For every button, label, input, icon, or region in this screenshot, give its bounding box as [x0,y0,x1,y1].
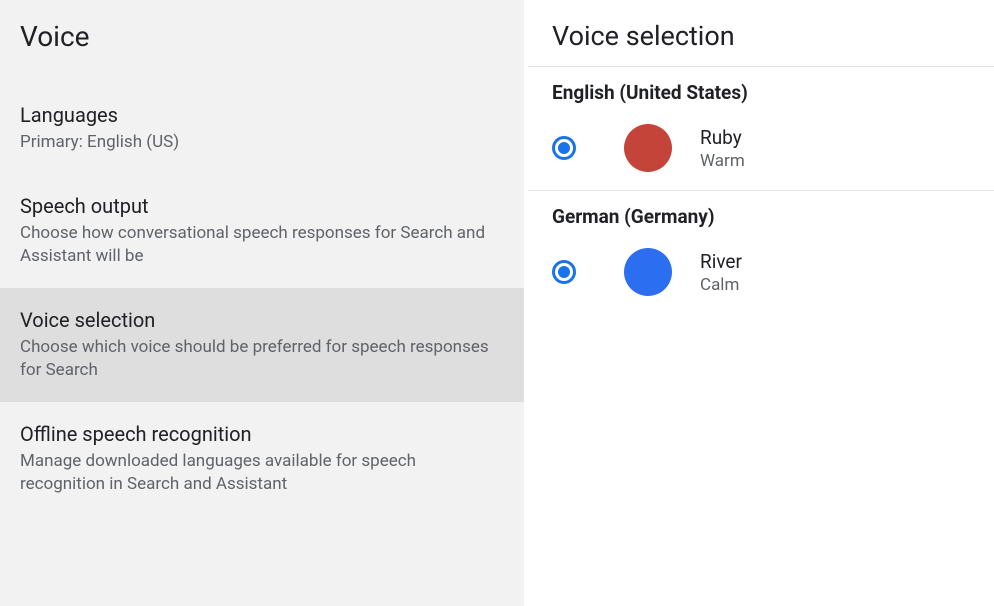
settings-item-subtitle: Primary: English (US) [20,131,504,154]
voice-color-icon [624,248,672,296]
voice-option-river[interactable]: River Calm [528,236,994,314]
voice-settings-header: Voice [0,0,524,65]
settings-item-title: Offline speech recognition [20,422,504,446]
settings-item-title: Speech output [20,194,504,218]
voice-group-header: English (United States) [528,67,994,112]
settings-item-voice-selection[interactable]: Voice selection Choose which voice shoul… [0,288,524,402]
voice-labels: Ruby Warm [700,126,745,171]
panel-title: Voice selection [552,20,970,52]
voice-group-german-de: German (Germany) River Calm [528,191,994,314]
voice-selection-header: Voice selection [528,0,994,67]
settings-item-subtitle: Choose how conversational speech respons… [20,222,504,268]
settings-item-languages[interactable]: Languages Primary: English (US) [0,83,524,174]
voice-desc: Calm [700,275,742,295]
voice-color-icon [624,124,672,172]
voice-labels: River Calm [700,250,742,295]
settings-item-offline-speech[interactable]: Offline speech recognition Manage downlo… [0,402,524,516]
settings-item-subtitle: Manage downloaded languages available fo… [20,450,504,496]
voice-group-header: German (Germany) [528,191,994,236]
settings-item-title: Voice selection [20,308,504,332]
voice-group-english-us: English (United States) Ruby Warm [528,67,994,191]
voice-option-ruby[interactable]: Ruby Warm [528,112,994,190]
radio-button[interactable] [552,260,576,284]
voice-name: Ruby [700,126,745,149]
settings-item-speech-output[interactable]: Speech output Choose how conversational … [0,174,524,288]
voice-name: River [700,250,742,273]
voice-desc: Warm [700,151,745,171]
page-title: Voice [20,20,504,53]
voice-settings-panel: Voice Languages Primary: English (US) Sp… [0,0,524,606]
radio-button[interactable] [552,136,576,160]
settings-item-subtitle: Choose which voice should be preferred f… [20,336,504,382]
settings-item-title: Languages [20,103,504,127]
voice-selection-panel: Voice selection English (United States) … [528,0,994,606]
